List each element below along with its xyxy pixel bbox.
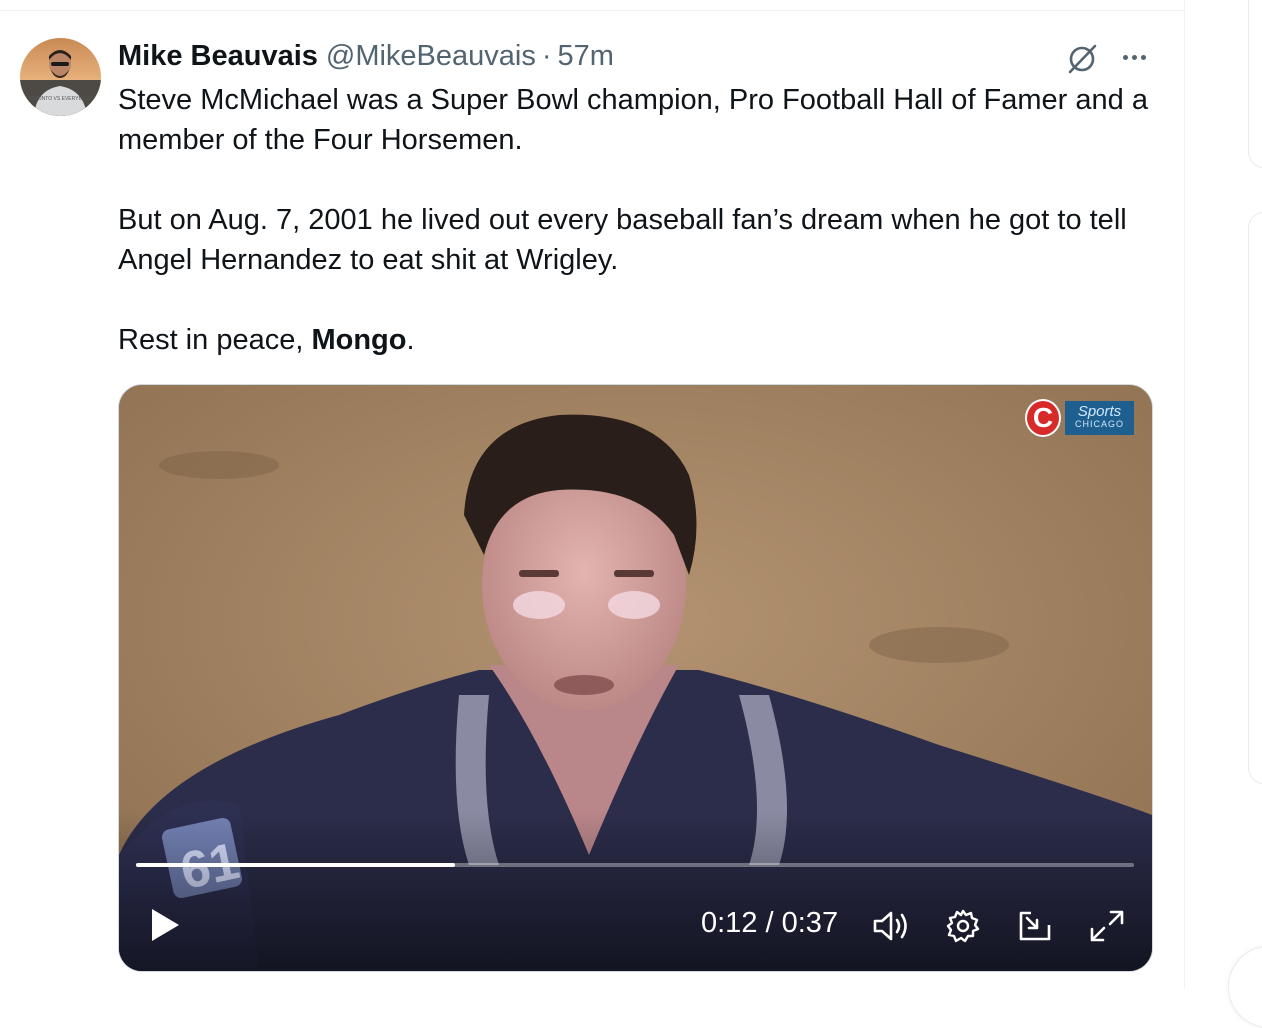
tweet-paragraph-3: Rest in peace, Mongo.: [118, 320, 1158, 360]
picture-in-picture-icon: [1019, 911, 1051, 941]
sidebar-card: [1248, 212, 1262, 784]
avatar-shirt-text: TORONTO VS EVERYBODY: [27, 96, 93, 102]
header-separator: ·: [541, 39, 552, 72]
settings-button[interactable]: [943, 907, 983, 945]
video-progress-fill: [136, 863, 456, 867]
video-progress-bar[interactable]: [136, 863, 1134, 867]
author-handle[interactable]: @MikeBeauvais: [326, 40, 536, 73]
play-icon: [152, 909, 179, 941]
floating-button-edge[interactable]: [1228, 946, 1262, 1028]
network-city: CHICAGO: [1074, 419, 1124, 429]
more-icon[interactable]: [1115, 46, 1153, 68]
duration: 0:37: [781, 907, 839, 939]
top-divider: [0, 10, 1184, 11]
picture-in-picture-button[interactable]: [1015, 907, 1055, 945]
sidebar-card-top: [1248, 0, 1262, 168]
play-button[interactable]: [145, 905, 185, 945]
fullscreen-icon: [1090, 910, 1124, 942]
video-player[interactable]: 61 C Sports CHICAGO 0:12 / 0:37: [118, 384, 1153, 972]
tweet-header: Mike Beauvais @MikeBeauvais · 57m: [118, 38, 614, 74]
fullscreen-button[interactable]: [1087, 907, 1127, 945]
mongo-highlight: Mongo: [311, 324, 407, 356]
cubs-logo: C: [1024, 399, 1061, 437]
tweet-paragraph-2: But on Aug. 7, 2001 he lived out every b…: [118, 204, 1127, 276]
channel-watermark: C Sports CHICAGO: [1024, 399, 1134, 437]
current-time: 0:12: [701, 907, 758, 939]
video-controls: 0:12 / 0:37: [119, 895, 1152, 955]
volume-icon: [873, 911, 907, 941]
tweet-text: Steve McMichael was a Super Bowl champio…: [118, 80, 1158, 360]
tweet-paragraph-3-prefix: Rest in peace,: [118, 324, 312, 356]
network-logo: Sports CHICAGO: [1064, 401, 1134, 435]
tweet-paragraph-3-suffix: .: [406, 324, 415, 356]
tweet-paragraph-1: Steve McMichael was a Super Bowl champio…: [118, 84, 1148, 156]
tweet-timestamp[interactable]: 57m: [558, 40, 614, 73]
time-separator: /: [757, 907, 782, 939]
network-name: Sports: [1077, 403, 1122, 420]
video-timecode: 0:12 / 0:37: [701, 907, 838, 940]
author-name[interactable]: Mike Beauvais: [118, 40, 318, 73]
volume-button[interactable]: [871, 907, 911, 945]
column-divider: [1184, 0, 1185, 989]
grok-icon[interactable]: [1062, 40, 1102, 78]
settings-icon: [946, 909, 980, 943]
avatar[interactable]: TORONTO VS EVERYBODY: [20, 38, 101, 116]
